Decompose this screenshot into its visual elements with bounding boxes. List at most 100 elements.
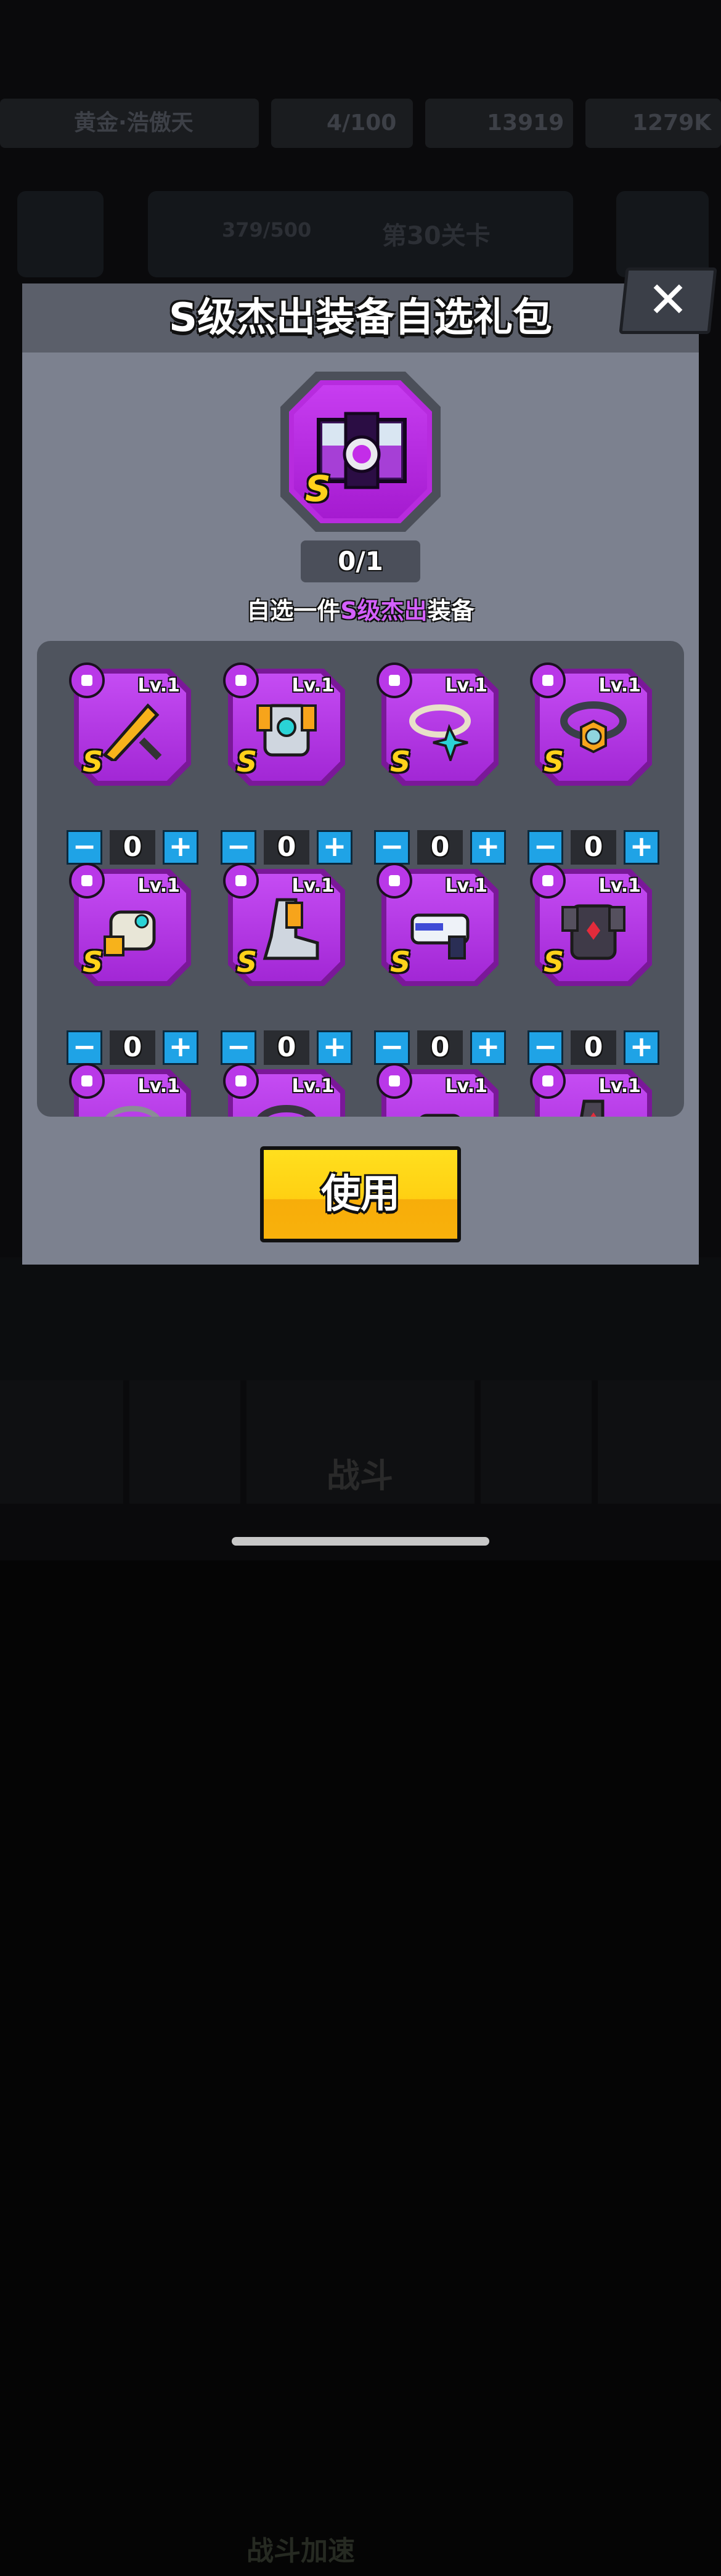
item-grade: S (390, 745, 411, 778)
increase-button[interactable]: + (317, 1030, 352, 1065)
decrease-button[interactable]: − (374, 1030, 410, 1065)
item-grade: S (544, 745, 564, 778)
increase-button[interactable]: + (470, 1030, 506, 1065)
increase-button[interactable]: + (624, 830, 659, 865)
increase-button[interactable]: + (163, 1030, 198, 1065)
weapon-type-icon (377, 863, 412, 899)
gems-chip: 13919 (425, 99, 573, 148)
item-level: Lv.1 (137, 675, 181, 696)
menu-icon (17, 191, 104, 277)
item-level: Lv.1 (291, 675, 335, 696)
ring-necklace-icon (409, 704, 471, 761)
item-grade: S (544, 945, 564, 979)
gems-value: 13919 (487, 110, 564, 136)
equipment-card[interactable]: Lv.1S (223, 863, 345, 986)
increase-button[interactable]: + (317, 830, 352, 865)
increase-button[interactable]: + (470, 830, 506, 865)
equipment-card[interactable]: Lv.1 S (377, 863, 499, 986)
selection-description: 自选一件S级杰出装备 (22, 592, 699, 626)
increase-button[interactable]: + (624, 1030, 659, 1065)
nav-skills-icon (481, 1380, 592, 1504)
gift-chest-icon: S (294, 385, 427, 518)
stage-progress: 379/500 (222, 218, 312, 242)
nav-map-icon (598, 1380, 721, 1504)
description-highlight: S级杰出 (340, 597, 428, 624)
belt-type-icon (223, 1063, 259, 1099)
equipment-card[interactable]: Lv.1S (223, 1063, 345, 1117)
energy-chip: 4/100 (271, 99, 413, 148)
equipment-card[interactable]: Lv.1 S (223, 662, 345, 786)
decrease-button[interactable]: − (67, 830, 102, 865)
belt-type-icon (530, 662, 566, 698)
player-name: 黄金·浩傲天 (74, 110, 193, 136)
equipment-card[interactable]: Lv.1 S (377, 662, 499, 786)
use-button[interactable]: 使用 (260, 1146, 461, 1242)
equipment-card[interactable]: Lv.1 S (69, 662, 191, 786)
gloves-type-icon (377, 1063, 412, 1099)
armor-type-icon (530, 863, 566, 899)
decrease-button[interactable]: − (374, 830, 410, 865)
home-indicator[interactable] (232, 1537, 489, 1546)
quantity-value: 0 (417, 1030, 463, 1065)
description-suffix: 装备 (427, 597, 475, 624)
equipment-grid[interactable]: Lv.1 S −0 + Lv.1 S −0 + Lv.1 S −0 + Lv.1 S −0 + Lv.1 S −0 +… (37, 641, 684, 1117)
description-prefix: 自选一件 (246, 597, 341, 624)
decrease-button[interactable]: − (221, 1030, 256, 1065)
player-info: 黄金·浩傲天 (0, 99, 259, 148)
item-level: Lv.1 (445, 875, 488, 897)
decrease-button[interactable]: − (528, 830, 563, 865)
item-grade: S (390, 945, 411, 979)
item-level: Lv.1 (291, 875, 335, 897)
item-level: Lv.1 (291, 1075, 335, 1097)
boot-icon (263, 898, 319, 960)
quantity-stepper: −0 + (67, 830, 198, 865)
quantity-value: 0 (264, 830, 309, 865)
equipment-card[interactable]: Lv.1 S (530, 662, 652, 786)
belt-icon (560, 701, 627, 754)
item-grade: S (83, 745, 104, 778)
dark-belt-icon (257, 1105, 316, 1117)
quantity-value: 0 (110, 1030, 155, 1065)
quantity-stepper: −0 + (374, 1030, 506, 1065)
equipment-card[interactable]: Lv.1S (69, 863, 191, 986)
gift-chest-frame: S (280, 372, 441, 532)
necklace-type-icon (377, 662, 412, 698)
quantity-stepper: −0 + (221, 830, 352, 865)
equipment-card[interactable]: Lv.1S (377, 1063, 499, 1117)
increase-button[interactable]: + (163, 830, 198, 865)
necklace-type-icon (69, 1063, 105, 1099)
item-level: Lv.1 (598, 1075, 642, 1097)
close-button[interactable]: ✕ (619, 267, 717, 334)
background-lower-area: 战斗加速 (0, 1257, 721, 2567)
boots-type-icon (530, 1063, 566, 1099)
chest-armor-icon (256, 704, 317, 757)
item-grade: S (83, 945, 104, 979)
decrease-button[interactable]: − (221, 830, 256, 865)
battle-speed-label: 战斗加速 (246, 2535, 355, 2567)
equipment-card[interactable]: Lv.1S (530, 863, 652, 986)
quantity-stepper: −0 + (67, 1030, 198, 1065)
item-level: Lv.1 (598, 675, 642, 696)
decrease-button[interactable]: − (528, 1030, 563, 1065)
decrease-button[interactable]: − (67, 1030, 102, 1065)
quantity-value: 0 (571, 830, 616, 865)
equipment-card[interactable]: Lv.1S (530, 1063, 652, 1117)
energy-value: 4/100 (327, 110, 397, 136)
item-level: Lv.1 (445, 1075, 488, 1097)
equipment-card[interactable]: Lv.1S (69, 1063, 191, 1117)
shield-icon (616, 191, 709, 277)
gloves-type-icon (69, 863, 105, 899)
gauntlet-icon (104, 910, 156, 956)
quantity-value: 0 (571, 1030, 616, 1065)
selection-count: 0/1 (301, 540, 420, 582)
quantity-stepper: −0 + (528, 830, 659, 865)
modal-header: S级杰出装备自选礼包 (22, 283, 699, 353)
dark-gauntlet-icon (420, 1114, 460, 1117)
item-grade: S (237, 745, 258, 778)
stage-banner: 379/500 第30关卡 (148, 191, 573, 277)
nav-battle-label: 战斗 (327, 1456, 393, 1495)
quantity-value: 0 (417, 830, 463, 865)
item-level: Lv.1 (445, 675, 488, 696)
sword-icon (102, 703, 162, 761)
nav-shop-icon (0, 1380, 123, 1504)
